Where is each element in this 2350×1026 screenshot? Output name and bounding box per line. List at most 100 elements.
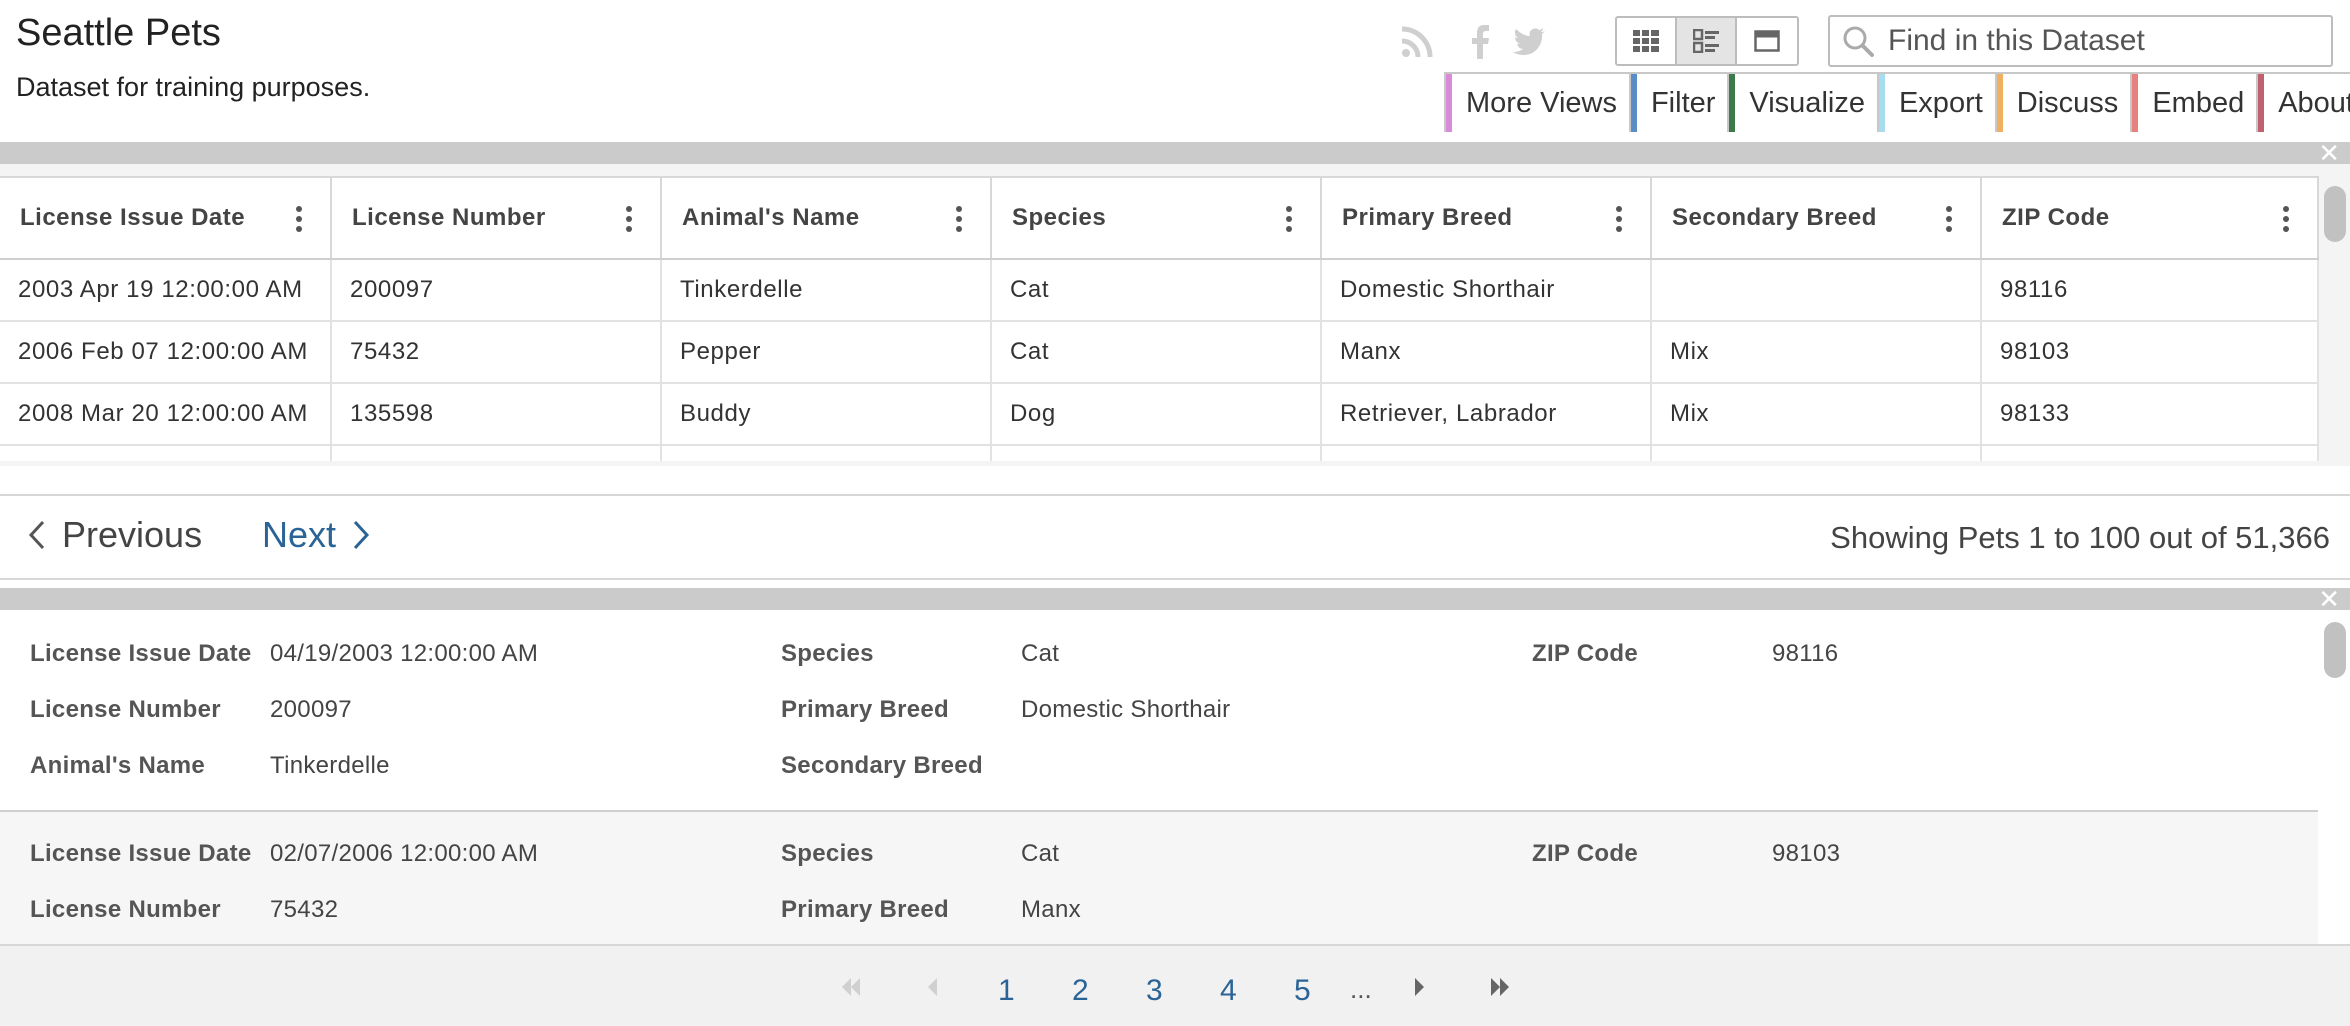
grid-view-button[interactable] [1617,18,1677,64]
grid-pane: License Issue Date License Number Animal… [0,164,2350,466]
grid-view-icon [1633,30,1659,52]
table-cell[interactable]: 2003 Apr 19 12:00:00 AM [0,259,332,322]
column-header-label: ZIP Code [2002,204,2110,231]
close-grid-pane-icon[interactable]: ✕ [2318,140,2340,166]
field-value: Domestic Shorthair [1021,696,1231,723]
page-view-icon [1754,30,1780,52]
table-row[interactable]: 2008 Mar 20 12:00:00 AM 135598 Buddy Dog… [0,383,2319,446]
record-card[interactable]: License Issue Date 02/07/2006 12:00:00 A… [0,812,2318,946]
grid-pane-header: ✕ [0,140,2350,166]
page-link-2[interactable]: 2 [1072,974,1089,1008]
table-cell[interactable]: Pepper [661,321,992,384]
column-header[interactable]: Animal's Name [661,176,992,260]
column-header[interactable]: Species [991,176,1322,260]
rss-button[interactable] [1400,22,1434,62]
column-header[interactable]: License Number [331,176,662,260]
table-cell[interactable]: 135598 [331,383,662,446]
column-menu-icon[interactable] [296,206,304,232]
table-cell[interactable]: 98103 [1981,321,2319,384]
field-value: 75432 [270,896,339,923]
field-label: License Issue Date [30,840,252,867]
table-row[interactable]: 2006 Feb 07 12:00:00 AM 75432 Pepper Cat… [0,321,2319,384]
column-header-label: Species [1012,204,1107,231]
table-row[interactable]: 2003 Apr 19 12:00:00 AM 200097 Tinkerdel… [0,259,2319,322]
row-view-button[interactable] [1677,18,1737,64]
grid-scrollbar[interactable] [2324,186,2346,242]
table-cell[interactable]: Cat [991,259,1322,322]
more-views-button[interactable]: More Views [1446,74,1631,132]
table-cell[interactable]: Buddy [661,383,992,446]
column-header[interactable]: ZIP Code [1981,176,2319,260]
table-cell[interactable]: 2006 Feb 07 12:00:00 AM [0,321,332,384]
field-label: Animal's Name [30,752,206,779]
column-menu-icon[interactable] [626,206,634,232]
table-row[interactable] [0,445,2319,461]
field-value: Cat [1021,640,1060,667]
table-cell[interactable]: Domestic Shorthair [1321,259,1652,322]
last-page-icon[interactable] [1490,978,1512,996]
column-header[interactable]: Secondary Breed [1651,176,1982,260]
table-cell[interactable]: 2008 Mar 20 12:00:00 AM [0,383,332,446]
row-pane: License Issue Date 04/19/2003 12:00:00 A… [0,610,2350,946]
next-label: Next [262,514,337,555]
table-cell[interactable]: 75432 [331,321,662,384]
field-value: 04/19/2003 12:00:00 AM [270,640,539,667]
about-button[interactable]: About [2258,74,2350,132]
grid-pager: Previous Next Showing Pets 1 to 100 out … [0,494,2350,580]
column-menu-icon[interactable] [2283,206,2291,232]
search-box [1828,15,2333,67]
search-input[interactable] [1888,24,2328,58]
table-cell[interactable]: Retriever, Labrador [1321,383,1652,446]
facebook-button[interactable] [1470,22,1490,62]
field-label: Species [781,840,874,867]
field-value: Manx [1021,896,1081,923]
page-link-1[interactable]: 1 [998,974,1015,1008]
next-button[interactable]: Next [262,514,370,556]
export-button[interactable]: Export [1878,74,1997,132]
page-link-5[interactable]: 5 [1294,974,1311,1008]
field-label: License Issue Date [30,640,252,667]
record-card[interactable]: License Issue Date 04/19/2003 12:00:00 A… [0,610,2318,812]
previous-button[interactable]: Previous [28,514,202,556]
table-cell[interactable]: Mix [1651,383,1982,446]
embed-button[interactable]: Embed [2132,74,2259,132]
column-header-label: Primary Breed [1342,204,1513,231]
column-menu-icon[interactable] [1286,206,1294,232]
filter-button[interactable]: Filter [1630,74,1730,132]
column-menu-icon[interactable] [1946,206,1954,232]
table-cell[interactable]: 98116 [1981,259,2319,322]
table-cell[interactable]: Tinkerdelle [661,259,992,322]
column-header-label: License Issue Date [20,204,246,231]
previous-page-icon[interactable] [926,978,938,996]
field-value: 02/07/2006 12:00:00 AM [270,840,539,867]
table-cell[interactable]: 200097 [331,259,662,322]
column-header[interactable]: License Issue Date [0,176,332,260]
field-value: Tinkerdelle [270,752,390,779]
page-link-4[interactable]: 4 [1220,974,1237,1008]
column-menu-icon[interactable] [1616,206,1624,232]
table-cell[interactable] [1651,259,1982,322]
column-menu-icon[interactable] [956,206,964,232]
table-cell[interactable]: Manx [1321,321,1652,384]
page-link-3[interactable]: 3 [1146,974,1163,1008]
previous-label: Previous [62,514,203,555]
page-title: Seattle Pets [16,12,221,54]
table-cell[interactable]: Dog [991,383,1322,446]
first-page-icon[interactable] [840,978,862,996]
field-label: License Number [30,896,221,923]
table-cell[interactable]: Cat [991,321,1322,384]
next-page-icon[interactable] [1414,978,1426,996]
chevron-left-icon [28,520,45,550]
page-view-button[interactable] [1737,18,1797,64]
discuss-button[interactable]: Discuss [1996,74,2133,132]
field-label: License Number [30,696,221,723]
visualize-button[interactable]: Visualize [1729,74,1879,132]
twitter-button[interactable] [1512,22,1546,62]
close-row-pane-icon[interactable]: ✕ [2318,586,2340,612]
row-pane-scrollbar[interactable] [2324,622,2346,678]
column-header-label: Animal's Name [682,204,860,231]
table-cell[interactable]: 98133 [1981,383,2319,446]
table-cell[interactable]: Mix [1651,321,1982,384]
field-label: Primary Breed [781,696,949,723]
column-header[interactable]: Primary Breed [1321,176,1652,260]
